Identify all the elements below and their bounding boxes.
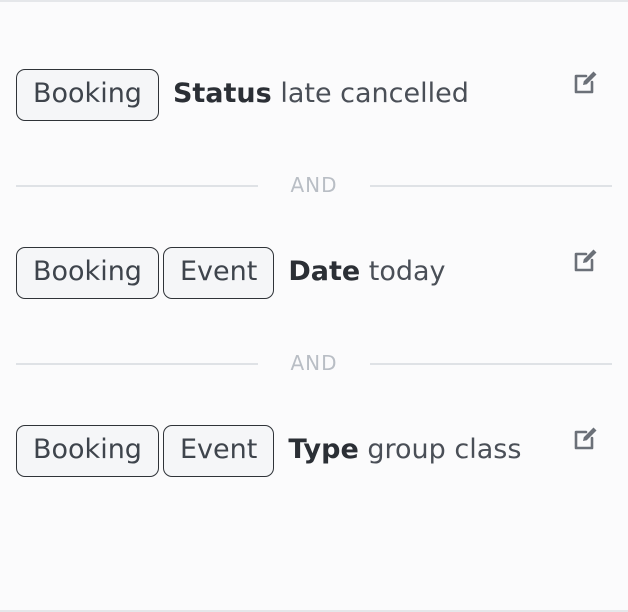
edit-filter-button[interactable] <box>572 68 600 96</box>
divider-label: AND <box>290 351 338 375</box>
and-divider: AND <box>16 352 612 374</box>
entity-chip-event: Event <box>162 424 275 477</box>
field-value: today <box>368 256 446 287</box>
field-name: Type <box>288 434 359 465</box>
divider-line-right <box>370 363 612 365</box>
filter-row-status: Booking Status late cancelled <box>16 62 612 126</box>
entity-chip-event: Event <box>162 246 275 299</box>
and-divider: AND <box>16 174 612 196</box>
divider-line-left <box>16 363 258 365</box>
filter-row-type: Booking Event Type group class <box>16 418 612 482</box>
filter-condition: Booking Event Type group class <box>16 418 556 482</box>
divider-line-left <box>16 185 258 187</box>
entity-chip-booking: Booking <box>16 424 159 477</box>
entity-chip-booking: Booking <box>16 246 159 299</box>
edit-icon <box>574 71 597 94</box>
top-border <box>0 0 628 2</box>
edit-icon <box>574 427 597 450</box>
filter-condition: Booking Status late cancelled <box>16 62 556 126</box>
filter-list: Booking Status late cancelled AND Booking… <box>16 68 612 477</box>
entity-chip-booking: Booking <box>16 68 159 121</box>
divider-line-right <box>370 185 612 187</box>
filter-condition: Booking Event Date today <box>16 240 556 304</box>
field-value: late cancelled <box>280 78 469 109</box>
edit-filter-button[interactable] <box>572 246 600 274</box>
field-name: Status <box>172 78 272 109</box>
field-value: group class <box>367 434 522 465</box>
edit-filter-button[interactable] <box>572 424 600 452</box>
field-name: Date <box>288 256 361 287</box>
edit-icon <box>574 249 597 272</box>
divider-label: AND <box>290 173 338 197</box>
filter-row-date: Booking Event Date today <box>16 240 612 304</box>
